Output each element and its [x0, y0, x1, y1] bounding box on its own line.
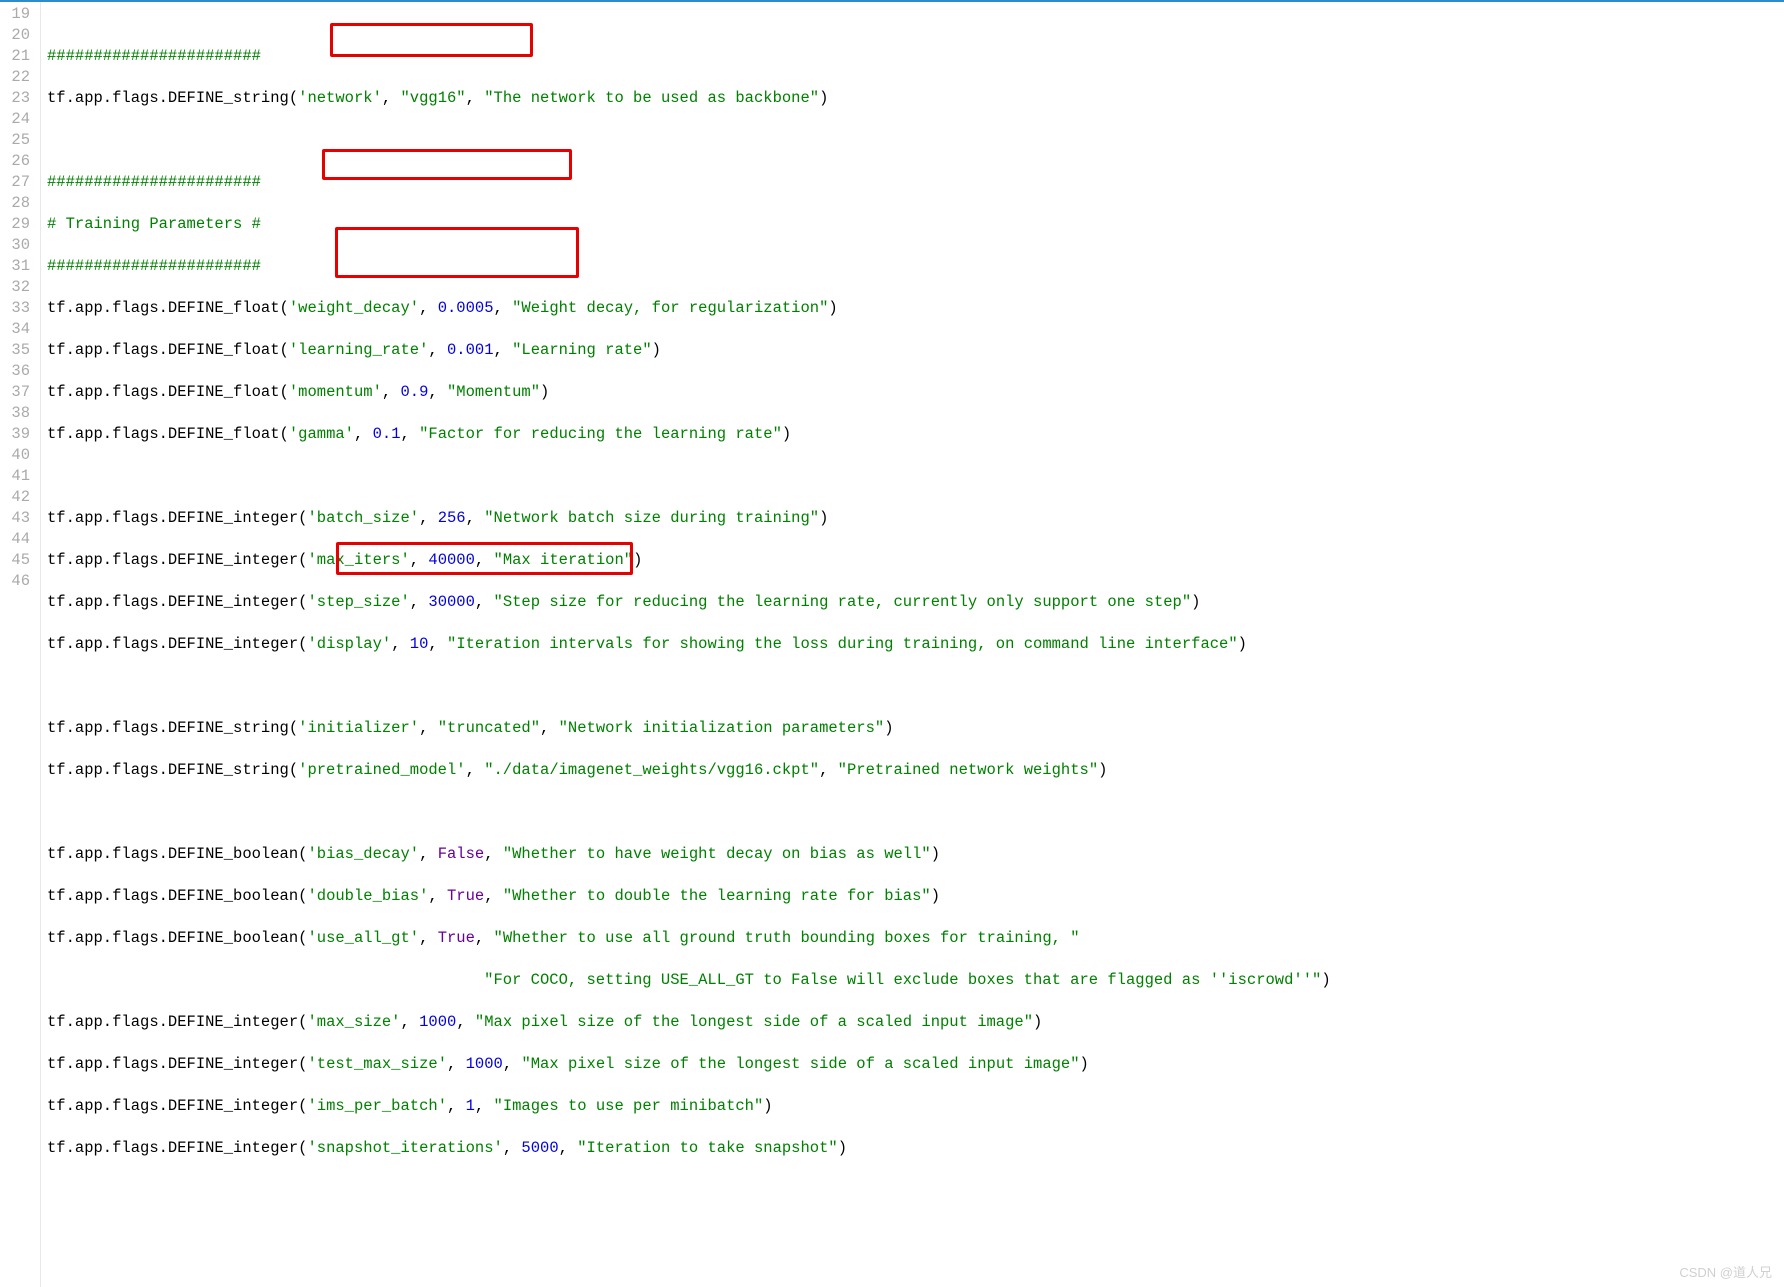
code-line: tf.app.flags.DEFINE_integer('max_size', … [47, 1012, 1778, 1033]
code-editor: 1920212223242526272829303132333435363738… [0, 0, 1784, 1287]
line-number: 23 [6, 88, 30, 109]
line-number: 31 [6, 256, 30, 277]
code-line: tf.app.flags.DEFINE_float('weight_decay'… [47, 298, 1778, 319]
code-line: "For COCO, setting USE_ALL_GT to False w… [47, 970, 1778, 991]
code-line: tf.app.flags.DEFINE_integer('batch_size'… [47, 508, 1778, 529]
code-line [47, 130, 1778, 151]
code-line: tf.app.flags.DEFINE_float('gamma', 0.1, … [47, 424, 1778, 445]
code-line: tf.app.flags.DEFINE_integer('max_iters',… [47, 550, 1778, 571]
line-number: 43 [6, 508, 30, 529]
code-line: tf.app.flags.DEFINE_integer('ims_per_bat… [47, 1096, 1778, 1117]
line-number: 25 [6, 130, 30, 151]
code-line: ####################### [47, 46, 1778, 67]
line-number: 26 [6, 151, 30, 172]
line-number: 24 [6, 109, 30, 130]
code-line: # Training Parameters # [47, 214, 1778, 235]
line-number: 32 [6, 277, 30, 298]
code-line: tf.app.flags.DEFINE_float('momentum', 0.… [47, 382, 1778, 403]
line-number: 22 [6, 67, 30, 88]
line-number: 19 [6, 4, 30, 25]
watermark-text: CSDN @道人兄 [1679, 1262, 1772, 1283]
code-line [47, 1180, 1778, 1201]
code-line [47, 802, 1778, 823]
code-line: tf.app.flags.DEFINE_integer('step_size',… [47, 592, 1778, 613]
line-number: 37 [6, 382, 30, 403]
code-area[interactable]: ####################### tf.app.flags.DEF… [41, 2, 1784, 1287]
code-line: tf.app.flags.DEFINE_string('network', "v… [47, 88, 1778, 109]
line-number: 36 [6, 361, 30, 382]
line-number: 40 [6, 445, 30, 466]
line-number: 35 [6, 340, 30, 361]
code-line: ####################### [47, 172, 1778, 193]
line-number: 39 [6, 424, 30, 445]
line-number: 20 [6, 25, 30, 46]
code-line [47, 676, 1778, 697]
code-line: tf.app.flags.DEFINE_boolean('double_bias… [47, 886, 1778, 907]
code-line: tf.app.flags.DEFINE_string('initializer'… [47, 718, 1778, 739]
line-number: 27 [6, 172, 30, 193]
line-number: 33 [6, 298, 30, 319]
line-number: 45 [6, 550, 30, 571]
code-line: ####################### [47, 256, 1778, 277]
line-number: 44 [6, 529, 30, 550]
line-number: 29 [6, 214, 30, 235]
line-number-gutter: 1920212223242526272829303132333435363738… [0, 2, 41, 1287]
code-line: tf.app.flags.DEFINE_boolean('bias_decay'… [47, 844, 1778, 865]
code-line: tf.app.flags.DEFINE_float('learning_rate… [47, 340, 1778, 361]
code-line: tf.app.flags.DEFINE_integer('test_max_si… [47, 1054, 1778, 1075]
code-line: tf.app.flags.DEFINE_boolean('use_all_gt'… [47, 928, 1778, 949]
code-line: tf.app.flags.DEFINE_integer('display', 1… [47, 634, 1778, 655]
line-number: 46 [6, 571, 30, 592]
code-line: tf.app.flags.DEFINE_integer('snapshot_it… [47, 1138, 1778, 1159]
hash-divider: ####################### [47, 47, 261, 65]
line-number: 38 [6, 403, 30, 424]
line-number: 30 [6, 235, 30, 256]
code-line: tf.app.flags.DEFINE_string('pretrained_m… [47, 760, 1778, 781]
code-line [47, 466, 1778, 487]
line-number: 41 [6, 466, 30, 487]
line-number: 34 [6, 319, 30, 340]
line-number: 21 [6, 46, 30, 67]
line-number: 28 [6, 193, 30, 214]
line-number: 42 [6, 487, 30, 508]
